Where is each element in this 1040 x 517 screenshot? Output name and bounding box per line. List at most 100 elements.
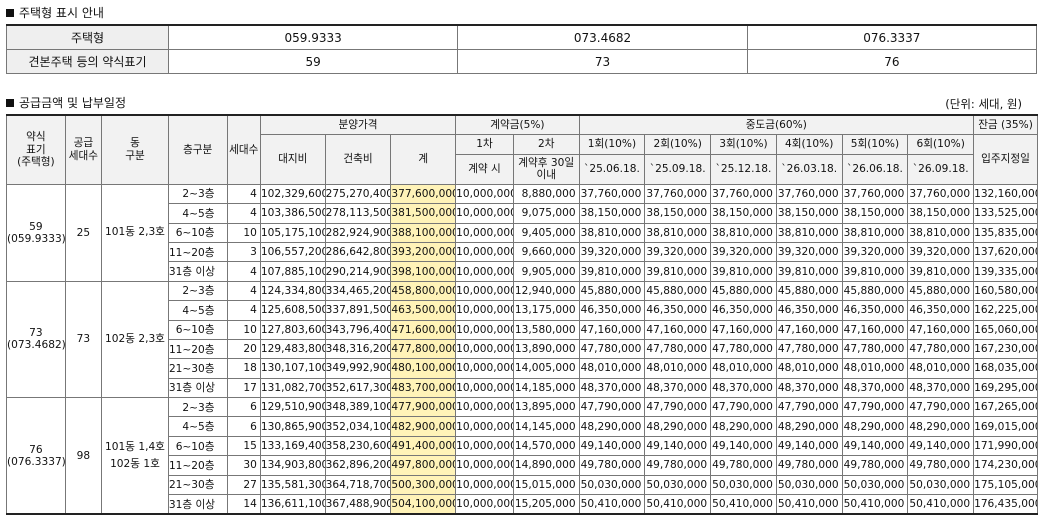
- middle-payment-cell: 49,780,000: [907, 455, 975, 476]
- building-price-cell: 278,113,500: [324, 203, 392, 224]
- middle-payment-cell: 47,790,000: [907, 397, 975, 418]
- total-price-cell: 393,200,000: [390, 241, 457, 263]
- total-price-cell: 458,800,000: [390, 280, 457, 302]
- land-price-cell: 135,581,300: [259, 474, 326, 496]
- middle-payment-cell: 39,810,000: [644, 261, 712, 282]
- building-price-cell: 286,642,800: [324, 241, 392, 263]
- middle-payment-cell: 49,140,000: [841, 435, 909, 457]
- balance-cell: 135,835,000: [973, 222, 1038, 243]
- header-price: 분양가격: [259, 114, 457, 136]
- building-price-cell: 337,891,500: [324, 300, 392, 321]
- households-cell: 3: [226, 241, 261, 263]
- group-supply: 73: [64, 280, 103, 399]
- building-price-cell: 282,924,900: [324, 222, 392, 243]
- deposit1-cell: 10,000,000: [455, 455, 514, 476]
- middle-payment-cell: 38,150,000: [841, 203, 909, 224]
- floor-cell: 6~10층: [167, 319, 228, 340]
- middle-payment-cell: 47,160,000: [775, 319, 843, 340]
- deposit1-cell: 10,000,000: [455, 319, 514, 340]
- middle-payment-cell: 38,150,000: [578, 203, 646, 224]
- land-price-cell: 125,608,500: [259, 300, 326, 321]
- middle-payment-cell: 48,290,000: [907, 416, 975, 437]
- households-cell: 4: [226, 280, 261, 302]
- middle-payment-cell: 48,370,000: [775, 377, 843, 399]
- header-mid-round: 6회(10%): [907, 134, 975, 155]
- price-body: 59 (059.9333) 25 101동 2,3호 2~3층 4 102,329,600 2…: [6, 183, 1038, 515]
- header-households: 세대수: [226, 114, 261, 185]
- balance-cell: 167,230,000: [973, 338, 1038, 360]
- deposit1-cell: 10,000,000: [455, 377, 514, 399]
- deposit1-cell: 10,000,000: [455, 494, 514, 515]
- group-supply: 25: [64, 183, 103, 282]
- households-cell: 4: [226, 261, 261, 282]
- building-price-cell: 362,896,200: [324, 455, 392, 476]
- abbr-row: 견본주택 등의 약식표기 59 73 76: [6, 49, 1038, 74]
- middle-payment-cell: 48,010,000: [578, 358, 646, 379]
- middle-payment-cell: 49,780,000: [644, 455, 712, 476]
- building-price-cell: 358,230,600: [324, 435, 392, 457]
- header-row-1: 약식 표기 (주택형) 공급 세대수 동 구분 층구분 세대수 분양가격 계약금…: [6, 114, 1038, 185]
- table-row: 76 (076.3337) 98 101동 1,4호 102동 1호 2~3층 6 129,…: [6, 397, 1038, 515]
- middle-payment-cell: 48,290,000: [710, 416, 777, 437]
- middle-payment-cell: 47,780,000: [907, 338, 975, 360]
- deposit2-cell: 9,905,000: [512, 261, 580, 282]
- middle-payment-cell: 50,410,000: [775, 494, 843, 515]
- deposit1-cell: 10,000,000: [455, 222, 514, 243]
- middle-payment-cell: 38,150,000: [644, 203, 712, 224]
- group-abbr: 76: [29, 443, 43, 456]
- land-price-cell: 133,169,400: [259, 435, 326, 457]
- total-price-cell: 480,100,000: [390, 358, 457, 379]
- land-price-cell: 124,334,800: [259, 280, 326, 302]
- total-price-cell: 483,700,000: [390, 377, 457, 399]
- middle-payment-cell: 47,780,000: [775, 338, 843, 360]
- households-cell: 6: [226, 397, 261, 418]
- middle-payment-cell: 46,350,000: [775, 300, 843, 321]
- middle-payment-cell: 50,410,000: [710, 494, 777, 515]
- land-price-cell: 102,329,600: [259, 183, 326, 205]
- deposit2-cell: 15,205,000: [512, 494, 580, 515]
- unit-note: (단위: 세대, 원): [945, 97, 1022, 111]
- middle-payment-cell: 45,880,000: [644, 280, 712, 302]
- type-table: 주택형 059.9333 073.4682 076.3337 견본주택 등의 약…: [6, 24, 1038, 74]
- deposit2-cell: 14,185,000: [512, 377, 580, 399]
- group-supply: 98: [64, 397, 103, 515]
- deposit2-cell: 12,940,000: [512, 280, 580, 302]
- group-abbr: 73: [29, 327, 43, 340]
- floor-cell: 31층 이상: [167, 494, 228, 515]
- land-price-cell: 130,107,100: [259, 358, 326, 379]
- land-price-cell: 129,483,800: [259, 338, 326, 360]
- deposit2-cell: 15,015,000: [512, 474, 580, 496]
- building-price-cell: 334,465,200: [324, 280, 392, 302]
- group-type: (059.9333): [7, 232, 66, 245]
- deposit1-cell: 10,000,000: [455, 261, 514, 282]
- header-total: 계: [390, 134, 457, 185]
- total-price-cell: 471,600,000: [390, 319, 457, 340]
- building-price-cell: 349,992,900: [324, 358, 392, 379]
- deposit2-cell: 13,895,000: [512, 397, 580, 418]
- square-bullet-icon: [6, 98, 14, 107]
- middle-payment-cell: 48,290,000: [578, 416, 646, 437]
- balance-cell: 174,230,000: [973, 455, 1038, 476]
- header-balance: 잔금 (35%): [973, 114, 1038, 136]
- middle-payment-cell: 49,140,000: [907, 435, 975, 457]
- middle-payment-cell: 46,350,000: [710, 300, 777, 321]
- land-price-cell: 106,557,200: [259, 241, 326, 263]
- deposit2-cell: 13,890,000: [512, 338, 580, 360]
- middle-payment-cell: 37,760,000: [710, 183, 777, 205]
- square-bullet-icon: [6, 8, 14, 17]
- middle-payment-cell: 50,030,000: [578, 474, 646, 496]
- deposit2-cell: 14,145,000: [512, 416, 580, 437]
- deposit1-cell: 10,000,000: [455, 280, 514, 302]
- header-dep1-sub: 계약 시: [455, 153, 514, 185]
- group-dong: 101동 2,3호: [101, 183, 169, 282]
- balance-cell: 176,435,000: [973, 494, 1038, 515]
- middle-payment-cell: 50,410,000: [578, 494, 646, 515]
- header-supply: 공급 세대수: [64, 114, 103, 185]
- type-section-title: 주택형 표시 안내: [6, 4, 104, 21]
- floor-cell: 2~3층: [167, 183, 228, 205]
- middle-payment-cell: 49,780,000: [710, 455, 777, 476]
- header-mid-date: `25.12.18.: [710, 153, 777, 185]
- middle-payment-cell: 49,780,000: [578, 455, 646, 476]
- deposit2-cell: 9,660,000: [512, 241, 580, 263]
- header-mid-date: `25.09.18.: [644, 153, 712, 185]
